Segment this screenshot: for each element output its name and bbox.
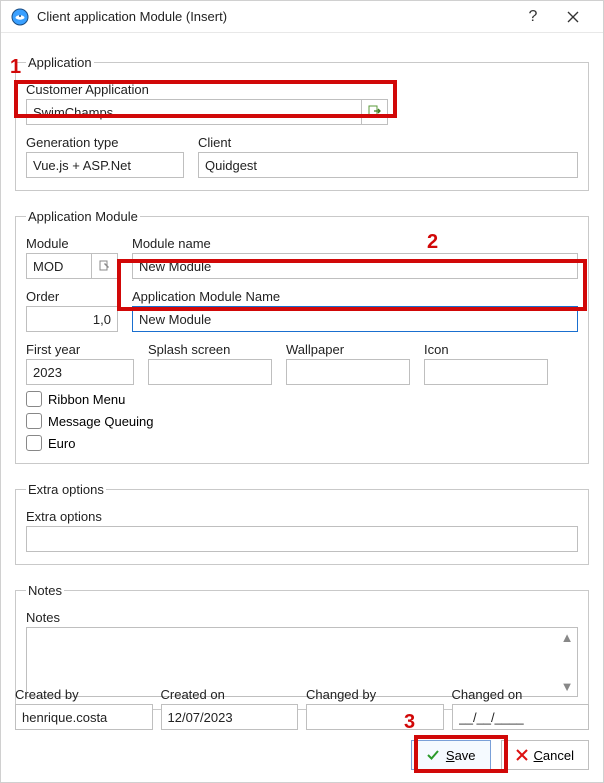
ribbon-label: Ribbon Menu xyxy=(48,392,125,407)
content: Application Customer Application Generat… xyxy=(1,33,603,710)
first-year-field[interactable] xyxy=(26,359,134,385)
notes-label: Notes xyxy=(26,610,578,625)
splash-screen-label: Splash screen xyxy=(148,342,272,357)
client-label: Client xyxy=(198,135,578,150)
euro-checkbox[interactable] xyxy=(26,435,42,451)
extra-options-label: Extra options xyxy=(26,509,578,524)
save-button[interactable]: Save xyxy=(411,740,491,770)
save-label-rest: ave xyxy=(455,748,476,763)
check-icon xyxy=(426,748,440,762)
help-button[interactable]: ? xyxy=(513,3,553,31)
module-edit-button[interactable] xyxy=(92,253,118,279)
titlebar: Client application Module (Insert) ? xyxy=(1,1,603,33)
wallpaper-field[interactable] xyxy=(286,359,410,385)
generation-type-label: Generation type xyxy=(26,135,184,150)
changed-by-field xyxy=(306,704,444,730)
extra-options-field[interactable] xyxy=(26,526,578,552)
module-name-field[interactable] xyxy=(132,253,578,279)
x-icon xyxy=(516,749,528,761)
customer-application-field[interactable] xyxy=(26,99,362,125)
module-name-label: Module name xyxy=(132,236,578,251)
notes-legend: Notes xyxy=(26,583,64,598)
module-field[interactable] xyxy=(26,253,92,279)
app-module-name-label: Application Module Name xyxy=(132,289,578,304)
app-module-name-field[interactable] xyxy=(132,306,578,332)
app-icon xyxy=(11,8,29,26)
changed-on-label: Changed on xyxy=(452,687,590,702)
window: Client application Module (Insert) ? App… xyxy=(0,0,604,783)
euro-label: Euro xyxy=(48,436,75,451)
footer: Created by Created on Changed by Changed… xyxy=(15,687,589,770)
application-module-fieldset: Application Module Module Module name xyxy=(15,209,589,464)
icon-field[interactable] xyxy=(424,359,548,385)
save-underline: S xyxy=(446,748,455,763)
client-field xyxy=(198,152,578,178)
first-year-label: First year xyxy=(26,342,134,357)
application-legend: Application xyxy=(26,55,94,70)
created-on-label: Created on xyxy=(161,687,299,702)
window-title: Client application Module (Insert) xyxy=(37,9,513,24)
created-by-field xyxy=(15,704,153,730)
splash-screen-field[interactable] xyxy=(148,359,272,385)
created-on-field xyxy=(161,704,299,730)
generation-type-field xyxy=(26,152,184,178)
extra-options-fieldset: Extra options Extra options xyxy=(15,482,589,565)
changed-on-field xyxy=(452,704,590,730)
close-button[interactable] xyxy=(553,3,593,31)
cancel-underline: C xyxy=(534,748,543,763)
scroll-hints: ▲ ▼ xyxy=(559,630,575,694)
message-queuing-checkbox[interactable] xyxy=(26,413,42,429)
message-queuing-label: Message Queuing xyxy=(48,414,154,429)
ribbon-checkbox[interactable] xyxy=(26,391,42,407)
order-label: Order xyxy=(26,289,118,304)
changed-by-label: Changed by xyxy=(306,687,444,702)
module-label: Module xyxy=(26,236,118,251)
extra-options-legend: Extra options xyxy=(26,482,106,497)
customer-application-label: Customer Application xyxy=(26,82,578,97)
cancel-label-rest: ancel xyxy=(543,748,574,763)
created-by-label: Created by xyxy=(15,687,153,702)
order-field[interactable] xyxy=(26,306,118,332)
scroll-up-icon[interactable]: ▲ xyxy=(561,630,574,645)
cancel-button[interactable]: Cancel xyxy=(501,740,589,770)
customer-application-lookup-button[interactable] xyxy=(362,99,388,125)
icon-label: Icon xyxy=(424,342,548,357)
application-module-legend: Application Module xyxy=(26,209,140,224)
wallpaper-label: Wallpaper xyxy=(286,342,410,357)
application-fieldset: Application Customer Application Generat… xyxy=(15,55,589,191)
